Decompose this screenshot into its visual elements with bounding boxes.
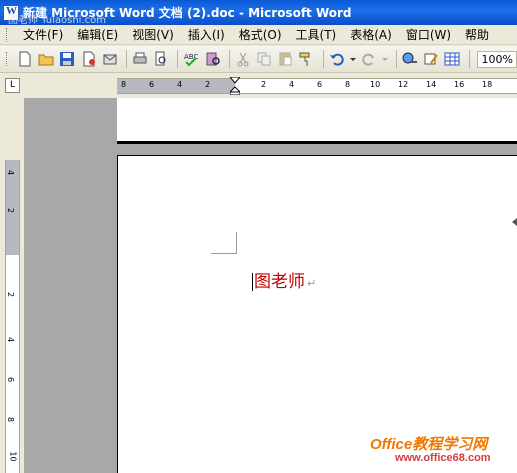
zoom-box[interactable]: 100%: [477, 50, 517, 68]
brand-url: www.office68.com: [395, 452, 491, 464]
toolbar-separator: [395, 50, 397, 68]
copy-icon[interactable]: [255, 49, 273, 69]
ruler-tick-label: 2: [205, 80, 211, 89]
vruler-tick-label: 2: [6, 207, 16, 214]
document-text-content: 图老师: [254, 272, 305, 292]
indent-marker[interactable]: [230, 77, 240, 95]
ruler-tick-label: 2: [261, 80, 267, 89]
ruler-tick-label: 4: [289, 80, 295, 89]
toolbar-separator: [177, 50, 179, 68]
document-area[interactable]: 图老师 ↵: [24, 98, 517, 473]
ruler-tick-label: 8: [345, 80, 351, 89]
vruler-tick-label: 10: [8, 451, 18, 462]
horizontal-ruler[interactable]: 8 6 4 2 2 4 6 8 10 12 14 16 18: [117, 77, 517, 95]
redo-dropdown-icon[interactable]: [381, 49, 389, 69]
tab-selector[interactable]: L: [5, 78, 20, 93]
permission-icon[interactable]: [80, 49, 98, 69]
ruler-row: L 8 6 4 2 2 4 6 8 10 12 14 16 18: [0, 74, 517, 98]
new-icon[interactable]: [16, 49, 34, 69]
vruler-tick-label: 6: [6, 376, 16, 383]
print-icon[interactable]: [131, 49, 149, 69]
paste-icon[interactable]: [276, 49, 294, 69]
table-icon[interactable]: [443, 49, 461, 69]
ruler-tick-label: 6: [317, 80, 323, 89]
menu-edit[interactable]: 编辑(E): [70, 26, 125, 43]
svg-text:ABC: ABC: [184, 53, 198, 61]
hyperlink-icon[interactable]: [401, 49, 419, 69]
toolbar-separator: [468, 50, 470, 68]
toolbar-grip[interactable]: [6, 52, 9, 66]
title-bar: 新建 Microsoft Word 文档 (2).doc - Microsoft…: [0, 0, 517, 26]
document-text[interactable]: 图老师 ↵: [252, 267, 316, 292]
toolbar-separator: [322, 50, 324, 68]
open-icon[interactable]: [37, 49, 55, 69]
vruler-tick-label: 2: [6, 291, 16, 298]
menu-bar: 文件(F) 编辑(E) 视图(V) 插入(I) 格式(O) 工具(T) 表格(A…: [0, 25, 517, 45]
vruler-tick-label: 4: [6, 336, 16, 343]
research-icon[interactable]: [204, 49, 222, 69]
menu-tools[interactable]: 工具(T): [289, 26, 344, 43]
text-cursor: [252, 273, 253, 291]
cut-icon[interactable]: [234, 49, 252, 69]
vertical-ruler[interactable]: 4 2 2 4 6 8 10: [5, 160, 20, 473]
undo-icon[interactable]: [328, 49, 346, 69]
menu-file[interactable]: 文件(F): [16, 26, 70, 43]
vruler-tick-label: 4: [6, 169, 16, 176]
drawing-icon[interactable]: [422, 49, 440, 69]
menu-table[interactable]: 表格(A): [343, 26, 399, 43]
spelling-icon[interactable]: ABC: [182, 49, 200, 69]
menu-help[interactable]: 帮助: [458, 26, 496, 43]
ruler-tick-label: 4: [177, 80, 183, 89]
ruler-tick-label: 8: [121, 80, 127, 89]
format-painter-icon[interactable]: [297, 49, 315, 69]
ruler-tick-label: 18: [482, 80, 493, 89]
redo-icon[interactable]: [360, 49, 378, 69]
ruler-tick-label: 6: [149, 80, 155, 89]
ruler-tick-label: 16: [454, 80, 465, 89]
toolbar-separator: [126, 50, 127, 68]
margin-corner-mark: [211, 232, 237, 254]
toolbar-separator: [228, 50, 230, 68]
standard-toolbar: ABC 100%: [0, 46, 517, 73]
ruler-tick-label: 12: [398, 80, 409, 89]
scroll-arrow-icon[interactable]: [512, 218, 517, 226]
menu-grip[interactable]: [6, 27, 9, 42]
ruler-margin-area: [117, 79, 235, 93]
menu-format[interactable]: 格式(O): [232, 26, 289, 43]
previous-page[interactable]: [117, 98, 517, 144]
undo-dropdown-icon[interactable]: [349, 49, 357, 69]
menu-window[interactable]: 窗口(W): [399, 26, 458, 43]
save-icon[interactable]: [58, 49, 76, 69]
email-icon[interactable]: [101, 49, 119, 69]
document-page[interactable]: 图老师 ↵: [117, 155, 517, 473]
watermark-text: 图老师 Tulaoshi.com: [8, 15, 106, 26]
menu-view[interactable]: 视图(V): [125, 26, 181, 43]
print-preview-icon[interactable]: [152, 49, 170, 69]
ruler-tick-label: 10: [370, 80, 381, 89]
paragraph-mark: ↵: [307, 277, 317, 290]
ruler-tick-label: 14: [426, 80, 437, 89]
vruler-tick-label: 8: [6, 416, 16, 423]
menu-insert[interactable]: 插入(I): [181, 26, 232, 43]
brand-logo-text: Office教程学习网: [370, 436, 488, 453]
